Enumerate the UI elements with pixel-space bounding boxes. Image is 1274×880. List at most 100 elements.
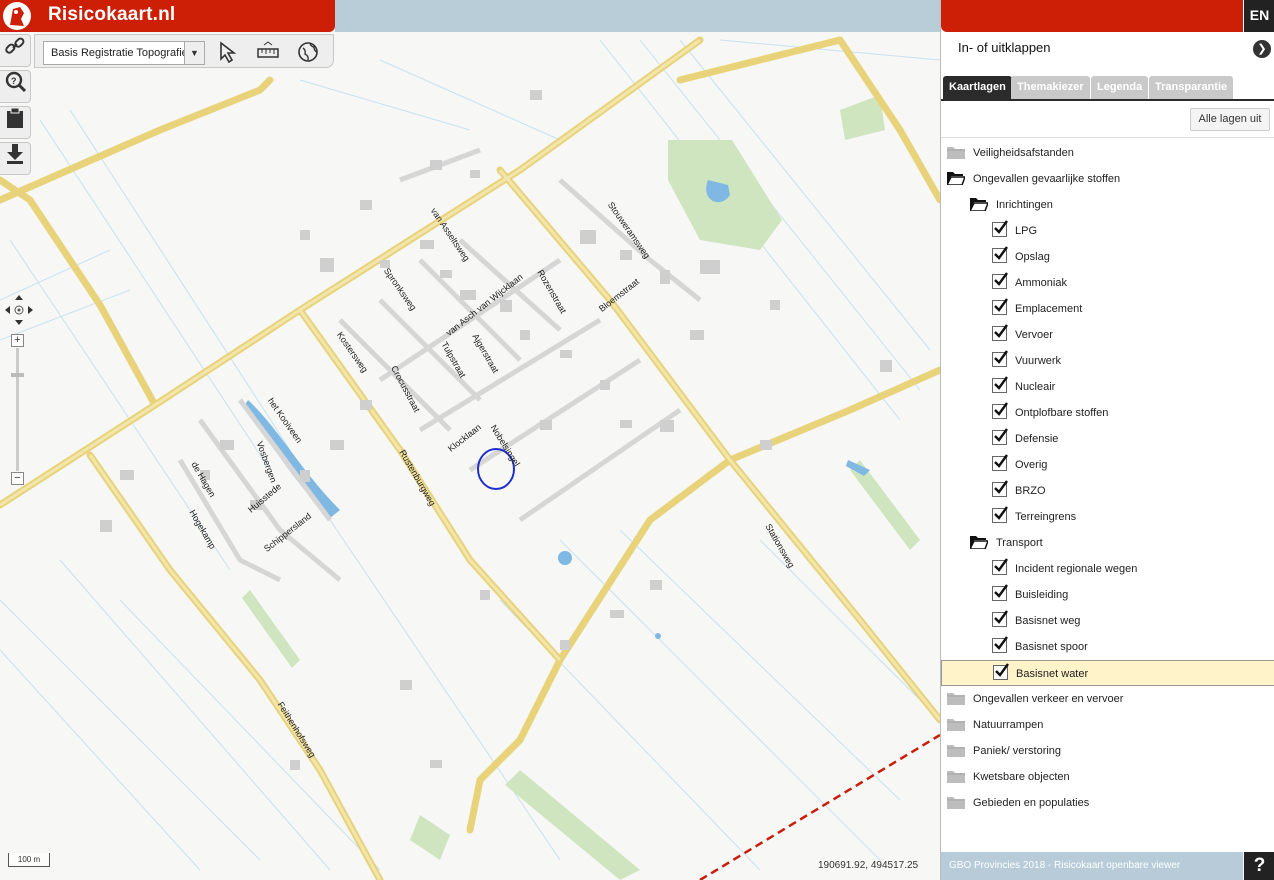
map-header-strip [335, 0, 940, 32]
language-button[interactable]: EN [1244, 0, 1274, 32]
group-item[interactable]: Paniek/ verstoring [941, 738, 1274, 764]
tab-transparantie[interactable]: Transparantie [1149, 76, 1234, 99]
group-veiligheidsafstanden[interactable]: Veiligheidsafstanden [941, 140, 1274, 166]
layer-item[interactable]: Defensie [941, 426, 1274, 452]
layer-item[interactable]: Basisnet water [941, 660, 1274, 686]
layer-checkbox[interactable] [992, 246, 1008, 263]
layer-label: BRZO [1015, 485, 1046, 497]
group-item[interactable]: Kwetsbare objecten [941, 764, 1274, 790]
measure-icon[interactable] [255, 41, 281, 65]
coordinate-readout: 190691.92, 494517.25 [818, 860, 919, 871]
layer-checkbox[interactable] [992, 272, 1008, 289]
globe-icon[interactable] [295, 41, 321, 65]
app-title[interactable]: Risicokaart.nl [48, 4, 175, 26]
layer-item[interactable]: Basisnet weg [941, 608, 1274, 634]
help-button[interactable]: ? [1244, 852, 1274, 880]
group-inrichtingen[interactable]: Inrichtingen [941, 192, 1274, 218]
layer-checkbox[interactable] [992, 428, 1008, 445]
layer-group-label: Natuurrampen [973, 719, 1044, 731]
panel-header [941, 0, 1243, 32]
layer-item[interactable]: Terreingrens [941, 504, 1274, 530]
zoom-control: + − [11, 334, 24, 486]
layer-item[interactable]: Emplacement [941, 296, 1274, 322]
layer-group-label: Paniek/ verstoring [973, 745, 1062, 757]
layer-label: Basisnet weg [1015, 615, 1081, 627]
layer-item[interactable]: Incident regionale wegen [941, 556, 1274, 582]
layer-group-label: Transport [996, 537, 1043, 549]
layer-item[interactable]: Nucleair [941, 374, 1274, 400]
chevron-down-icon[interactable]: ▼ [184, 42, 204, 64]
layer-checkbox[interactable] [992, 376, 1008, 393]
layer-checkbox[interactable] [992, 350, 1008, 367]
layer-group-label: Kwetsbare objecten [973, 771, 1070, 783]
panel-tabs: Kaartlagen Themakiezer Legenda Transpara… [941, 76, 1274, 99]
layer-checkbox[interactable] [992, 506, 1008, 523]
group-item[interactable]: Gebieden en populaties [941, 790, 1274, 816]
layer-checkbox[interactable] [992, 324, 1008, 341]
layer-item[interactable]: Opslag [941, 244, 1274, 270]
layer-checkbox[interactable] [992, 454, 1008, 471]
app-header: Risicokaart.nl [0, 0, 335, 32]
layer-group-label: Ongevallen verkeer en vervoer [973, 693, 1124, 705]
search-icon[interactable]: ? [0, 70, 31, 103]
layer-label: Emplacement [1015, 303, 1083, 315]
layer-item[interactable]: Vuurwerk [941, 348, 1274, 374]
layer-label: Ammoniak [1015, 277, 1067, 289]
layer-checkbox[interactable] [992, 220, 1008, 237]
group-transport[interactable]: Transport [941, 530, 1274, 556]
layer-label: Ontplofbare stoffen [1015, 407, 1109, 419]
layer-group-label: Veiligheidsafstanden [973, 147, 1074, 159]
layer-item[interactable]: Overig [941, 452, 1274, 478]
base-layer-value: Basis Registratie Topografie [51, 47, 188, 59]
layer-item[interactable]: Ontplofbare stoffen [941, 400, 1274, 426]
collapse-toggle[interactable]: In- of uitklappen ❯ [941, 34, 1274, 62]
map-toolbar: Basis Registratie Topografie ▼ [34, 34, 334, 68]
map-canvas[interactable]: van Asseltsweg Spronksweg van Asch van W… [0, 0, 940, 880]
layer-label: Terreingrens [1015, 511, 1077, 523]
layer-item[interactable]: Vervoer [941, 322, 1274, 348]
layer-checkbox[interactable] [992, 298, 1008, 315]
layer-checkbox[interactable] [992, 480, 1008, 497]
layer-item[interactable]: Buisleiding [941, 582, 1274, 608]
pan-control-icon[interactable] [4, 294, 34, 326]
layer-label: Basisnet spoor [1015, 641, 1088, 653]
layer-group-label: Inrichtingen [996, 199, 1053, 211]
base-layer-select[interactable]: Basis Registratie Topografie ▼ [43, 41, 205, 65]
zoom-slider-handle[interactable] [11, 373, 24, 377]
layer-checkbox[interactable] [992, 584, 1008, 601]
clipboard-icon[interactable] [0, 106, 31, 139]
tab-legenda[interactable]: Legenda [1091, 76, 1149, 99]
layer-item[interactable]: Ammoniak [941, 270, 1274, 296]
chevron-right-icon[interactable]: ❯ [1253, 40, 1271, 58]
tab-kaartlagen[interactable]: Kaartlagen [943, 76, 1012, 99]
layer-item[interactable]: Basisnet spoor [941, 634, 1274, 660]
layer-label: Vervoer [1015, 329, 1053, 341]
zoom-slider-track[interactable] [16, 348, 19, 471]
select-pointer-icon[interactable] [215, 41, 241, 65]
link-icon[interactable] [0, 34, 31, 67]
layer-label: Incident regionale wegen [1015, 563, 1138, 575]
layer-label: Overig [1015, 459, 1048, 471]
layer-item[interactable]: BRZO [941, 478, 1274, 504]
all-layers-off-button[interactable]: Alle lagen uit [1190, 108, 1270, 131]
logo-icon[interactable] [2, 1, 32, 31]
zoom-out-button[interactable]: − [11, 472, 24, 485]
zoom-in-button[interactable]: + [11, 334, 24, 347]
layer-group-label: Gebieden en populaties [973, 797, 1090, 809]
scale-bar: 100 m [8, 853, 50, 867]
footer-bar: GBO Provincies 2018 - Risicokaart openba… [941, 852, 1243, 880]
layer-checkbox[interactable] [992, 610, 1008, 627]
layer-label: Basisnet water [1016, 668, 1089, 680]
layer-label: Defensie [1015, 433, 1059, 445]
layer-label: LPG [1015, 225, 1038, 237]
layer-checkbox[interactable] [992, 402, 1008, 419]
layer-checkbox[interactable] [993, 663, 1009, 680]
group-ongevallen-gevaarlijke-stoffen[interactable]: Ongevallen gevaarlijke stoffen [941, 166, 1274, 192]
layer-checkbox[interactable] [992, 558, 1008, 575]
layer-checkbox[interactable] [992, 636, 1008, 653]
tab-themakiezer[interactable]: Themakiezer [1011, 76, 1090, 99]
group-item[interactable]: Ongevallen verkeer en vervoer [941, 686, 1274, 712]
download-icon[interactable] [0, 142, 31, 175]
group-item[interactable]: Natuurrampen [941, 712, 1274, 738]
layer-item[interactable]: LPG [941, 218, 1274, 244]
